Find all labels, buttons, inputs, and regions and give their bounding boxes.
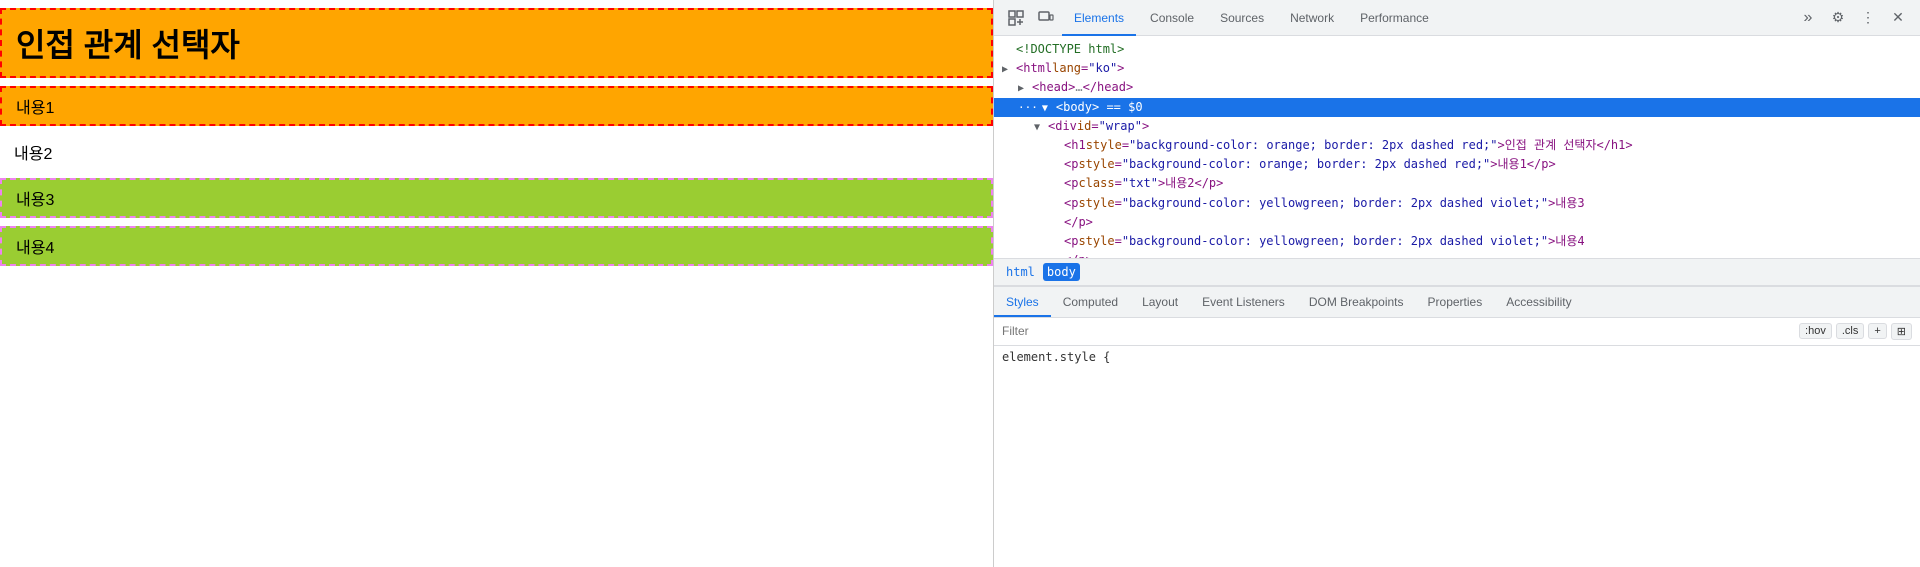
filter-actions: :hov .cls + ⊞ (1799, 323, 1912, 340)
dom-triangle (1050, 235, 1064, 251)
browser-preview: 인접 관계 선택자 내용1 내용2 내용3 내용4 (0, 0, 993, 567)
dom-triangle[interactable] (1002, 43, 1016, 59)
preview-p2: 내용2 (0, 134, 993, 170)
tab-elements[interactable]: Elements (1062, 0, 1136, 36)
devtools-toolbar: Elements Console Sources Network Perform… (994, 0, 1920, 36)
dom-line-body[interactable]: ··· ▼ <body> == $0 (994, 98, 1920, 117)
devtools-panel: Elements Console Sources Network Perform… (993, 0, 1920, 567)
tab-layout[interactable]: Layout (1130, 287, 1190, 317)
preview-p3: 내용3 (0, 178, 993, 218)
dom-triangle[interactable]: ▶ (1018, 81, 1032, 97)
tab-accessibility[interactable]: Accessibility (1494, 287, 1583, 317)
breadcrumb: html body (994, 258, 1920, 286)
breadcrumb-html[interactable]: html (1002, 263, 1039, 281)
tab-event-listeners[interactable]: Event Listeners (1190, 287, 1297, 317)
dom-triangle (1050, 139, 1064, 155)
dom-panel: <!DOCTYPE html> ▶ <html lang="ko"> ▶ <he… (994, 36, 1920, 258)
element-style-rule: element.style { (1002, 350, 1912, 364)
dom-line-p2[interactable]: <p class="txt">내용2</p> (994, 174, 1920, 193)
inspect-element-icon[interactable] (1002, 4, 1030, 32)
dom-triangle[interactable]: ▶ (1002, 62, 1016, 78)
filter-input[interactable] (1002, 324, 1795, 338)
tab-computed[interactable]: Computed (1051, 287, 1130, 317)
dom-triangle (1050, 216, 1064, 232)
tab-styles[interactable]: Styles (994, 287, 1051, 317)
dom-triangle[interactable]: ▼ (1034, 120, 1048, 136)
dom-line-doctype[interactable]: <!DOCTYPE html> (994, 40, 1920, 59)
filter-hov-button[interactable]: :hov (1799, 323, 1832, 339)
filter-bar: :hov .cls + ⊞ (994, 318, 1920, 346)
preview-heading: 인접 관계 선택자 (0, 8, 993, 78)
more-options-button[interactable]: ⋮ (1854, 4, 1882, 32)
dom-line-p3-close[interactable]: </p> (994, 213, 1920, 232)
dom-line-p1[interactable]: <p style="background-color: orange; bord… (994, 155, 1920, 174)
tab-performance[interactable]: Performance (1348, 0, 1441, 36)
tab-network[interactable]: Network (1278, 0, 1346, 36)
dom-line-p4[interactable]: <p style="background-color: yellowgreen;… (994, 232, 1920, 251)
tab-properties[interactable]: Properties (1416, 287, 1495, 317)
more-tabs-button[interactable]: » (1794, 4, 1822, 32)
filter-plus-button[interactable]: + (1868, 323, 1886, 339)
dom-line-p3[interactable]: <p style="background-color: yellowgreen;… (994, 194, 1920, 213)
devtools-right-icons: ⚙ ⋮ ✕ (1824, 4, 1912, 32)
tab-sources[interactable]: Sources (1208, 0, 1276, 36)
preview-p4: 내용4 (0, 226, 993, 266)
dom-line-head[interactable]: ▶ <head>…</head> (994, 78, 1920, 97)
filter-cls-button[interactable]: .cls (1836, 323, 1865, 339)
dom-triangle[interactable]: ▼ (1042, 101, 1056, 117)
dom-line-h1[interactable]: <h1 style="background-color: orange; bor… (994, 136, 1920, 155)
device-toolbar-icon[interactable] (1032, 4, 1060, 32)
tab-dom-breakpoints[interactable]: DOM Breakpoints (1297, 287, 1416, 317)
filter-more-button[interactable]: ⊞ (1891, 323, 1912, 340)
settings-button[interactable]: ⚙ (1824, 4, 1852, 32)
styles-panel: element.style { (994, 346, 1920, 567)
preview-p1: 내용1 (0, 86, 993, 126)
devtools-bottom-tabs: Styles Computed Layout Event Listeners D… (994, 286, 1920, 318)
dom-triangle (1050, 197, 1064, 213)
dom-triangle (1050, 177, 1064, 193)
dom-line-div-wrap[interactable]: ▼ <div id="wrap"> (994, 117, 1920, 136)
tab-console[interactable]: Console (1138, 0, 1206, 36)
close-devtools-button[interactable]: ✕ (1884, 4, 1912, 32)
breadcrumb-body[interactable]: body (1043, 263, 1080, 281)
dom-line-html[interactable]: ▶ <html lang="ko"> (994, 59, 1920, 78)
dom-triangle (1050, 158, 1064, 174)
